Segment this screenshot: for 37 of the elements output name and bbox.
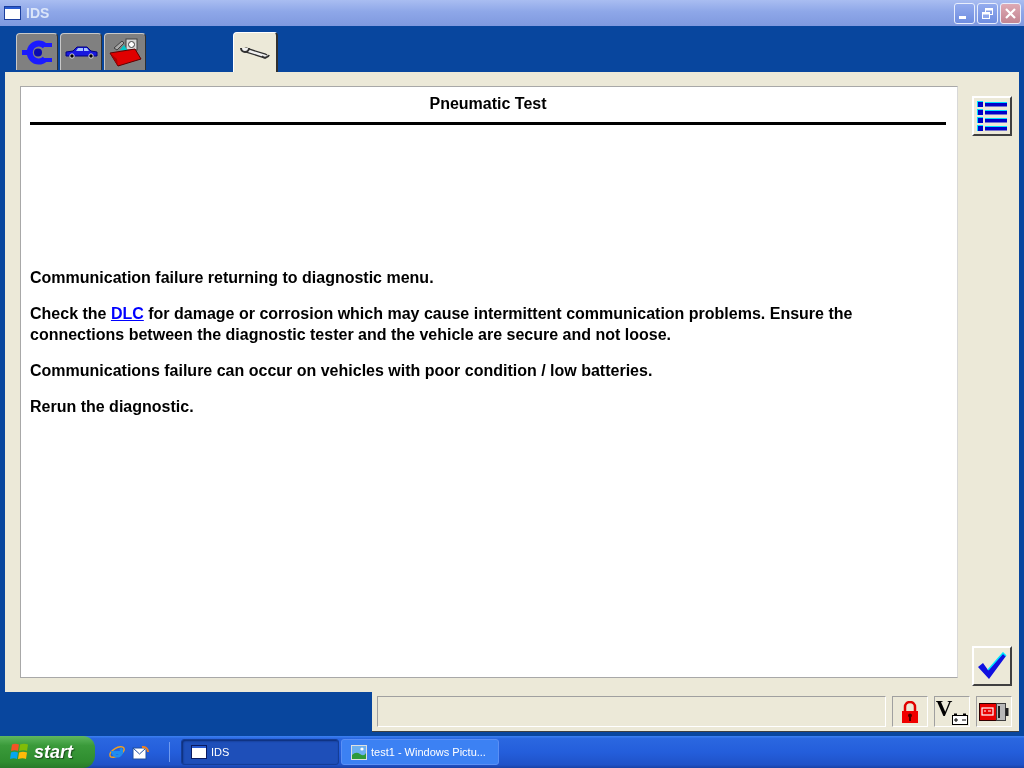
e-logo-icon[interactable] xyxy=(108,743,126,761)
close-button[interactable] xyxy=(1000,2,1021,24)
list-icon xyxy=(976,100,1008,132)
restore-icon xyxy=(982,7,993,19)
lock-icon xyxy=(901,700,919,723)
window-title: IDS xyxy=(26,5,50,21)
minimize-button[interactable] xyxy=(954,2,975,24)
minimize-icon xyxy=(959,15,966,19)
car-battery-icon xyxy=(952,713,969,725)
toolbox-icon xyxy=(108,37,142,67)
tab[interactable] xyxy=(16,33,58,70)
close-icon xyxy=(1005,7,1016,19)
start-button[interactable]: start xyxy=(0,736,95,768)
restore-button[interactable] xyxy=(977,2,998,24)
wrench-icon xyxy=(240,45,270,60)
envelope-icon[interactable] xyxy=(132,743,149,761)
paragraph: Communications failure can occur on vehicles with poor condition / low batteries. xyxy=(30,361,654,381)
tab[interactable] xyxy=(104,33,146,70)
window-icon xyxy=(4,6,21,20)
connector-icon xyxy=(22,39,52,65)
flag-icon xyxy=(10,743,29,761)
tab[interactable] xyxy=(60,33,102,70)
paragraph: Check the DLC for damage or corrosion which may cause intermittent communication problems. Ensure the connections between the diagnostic tester and the vehicle are secure and not loose. xyxy=(30,304,854,345)
checkmark-icon xyxy=(977,652,1007,680)
confirm-button[interactable] xyxy=(972,646,1012,686)
taskbar-button[interactable]: test1 - Windows Pictu... xyxy=(341,739,499,765)
paragraph: Rerun the diagnostic. xyxy=(30,397,195,417)
list-button[interactable] xyxy=(972,96,1012,136)
car-icon xyxy=(64,45,98,59)
page-title: Pneumatic Test xyxy=(428,94,548,114)
window-icon xyxy=(191,745,207,759)
taskbar-button[interactable]: IDS xyxy=(181,739,339,765)
paragraph: Communication failure returning to diagnostic menu. xyxy=(30,268,435,288)
picture-icon xyxy=(351,744,367,760)
battery-icon xyxy=(979,702,1009,721)
voltage-symbol: V xyxy=(935,698,953,720)
text-link[interactable]: DLC xyxy=(110,305,144,322)
